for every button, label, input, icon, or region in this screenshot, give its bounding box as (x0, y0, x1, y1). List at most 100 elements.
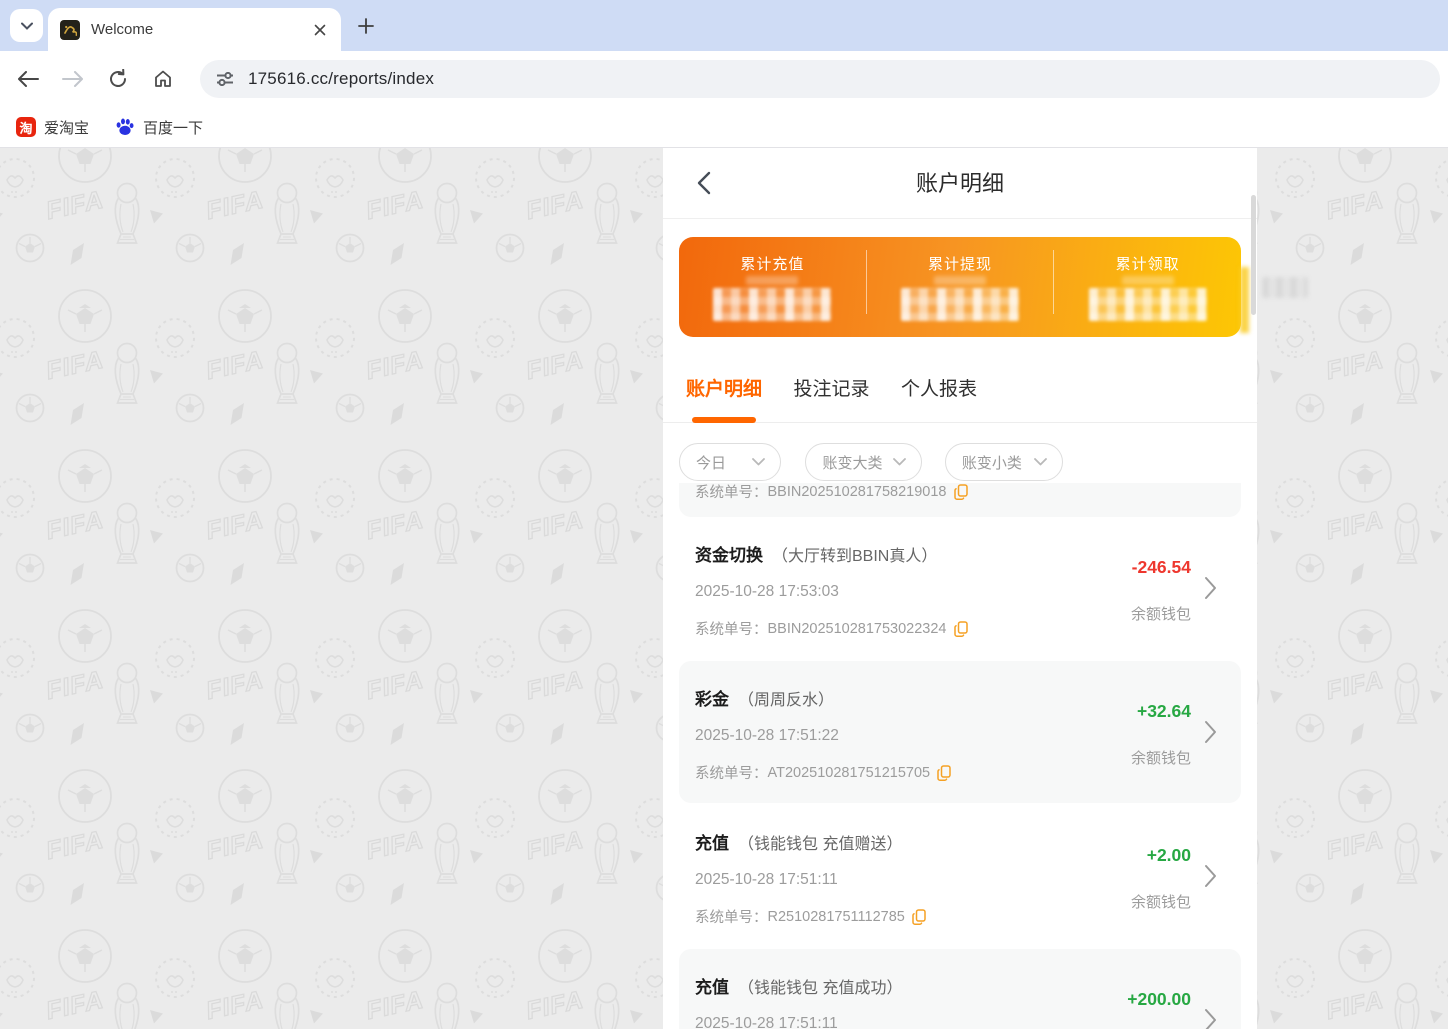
active-tab-underline (692, 417, 756, 423)
filter-label: 账变小类 (962, 452, 1022, 473)
chevron-left-icon (697, 171, 711, 195)
censored-blur-patch (1240, 267, 1249, 333)
order-label: 系统单号： (695, 483, 768, 502)
transaction-amount: +2.00 (1147, 845, 1191, 866)
transaction-desc: （钱能钱包 充值赠送） (738, 836, 902, 853)
transaction-time: 2025-10-28 17:51:11 (695, 871, 838, 889)
report-tabs: 账户明细 投注记录 个人报表 (663, 364, 1257, 423)
account-report-panel: 账户明细 累计充值 累计提现 累计领取 账户明细 (663, 148, 1257, 1029)
url-text: 175616.cc/reports/index (248, 69, 434, 89)
filter-label: 今日 (696, 452, 726, 473)
order-number-row: 系统单号： BBIN202510281758219018 (695, 483, 968, 502)
plus-icon (358, 18, 374, 34)
stat-total-claimed: 累计领取 (1054, 237, 1241, 337)
chevron-right-icon (1204, 1008, 1217, 1029)
order-number: BBIN202510281753022324 (768, 621, 947, 637)
order-number: BBIN202510281758219018 (768, 484, 947, 500)
order-number-row: 系统单号： R2510281751112785 (695, 906, 926, 927)
copy-icon[interactable] (954, 484, 968, 500)
app-back-button[interactable] (691, 170, 717, 196)
transaction-time: 2025-10-28 17:51:11 (695, 1015, 838, 1029)
chevron-right-icon (1204, 720, 1217, 749)
censored-blur-patch (1262, 277, 1308, 298)
major-category-dropdown[interactable]: 账变大类 (805, 443, 922, 481)
transaction-row[interactable]: 资金切换（大厅转到BBIN真人） 2025-10-28 17:53:03 系统单… (679, 517, 1241, 659)
order-number: AT202510281751215705 (768, 765, 931, 781)
transaction-title: 充值（钱能钱包 充值赠送） (695, 829, 902, 854)
order-label: 系统单号： (695, 618, 768, 639)
bookmarks-bar: 淘 爱淘宝 百度一下 (0, 107, 1448, 148)
tab-title: Welcome (91, 21, 311, 38)
minor-category-dropdown[interactable]: 账变小类 (945, 443, 1063, 481)
stat-label: 累计提现 (867, 253, 1054, 274)
url-bar[interactable]: 175616.cc/reports/index (200, 60, 1440, 98)
filter-row: 今日 账变大类 账变小类 (663, 423, 1257, 483)
tab-account-detail[interactable]: 账户明细 (686, 364, 762, 423)
forward-button[interactable] (61, 67, 85, 91)
bookmark-baidu[interactable]: 百度一下 (115, 117, 203, 138)
date-filter-dropdown[interactable]: 今日 (679, 443, 781, 481)
reload-button[interactable] (106, 67, 130, 91)
censored-amount (1089, 288, 1207, 321)
home-button[interactable] (151, 67, 175, 91)
transaction-desc: （大厅转到BBIN真人） (772, 548, 937, 565)
home-icon (153, 69, 173, 89)
transaction-amount: +32.64 (1137, 701, 1191, 722)
transaction-desc: （周周反水） (738, 692, 834, 709)
forward-arrow-icon (62, 71, 84, 87)
tab-label: 投注记录 (793, 379, 869, 400)
transaction-row[interactable]: 充值（钱能钱包 充值赠送） 2025-10-28 17:51:11 系统单号： … (679, 805, 1241, 947)
back-button[interactable] (16, 67, 40, 91)
tab-label: 个人报表 (901, 379, 977, 400)
wallet-type: 余额钱包 (1131, 603, 1191, 624)
tab-bet-records[interactable]: 投注记录 (793, 364, 869, 423)
browser-tab[interactable]: Welcome (48, 8, 341, 51)
chevron-down-icon (893, 458, 906, 466)
taobao-icon: 淘 (16, 117, 36, 137)
censored-amount (901, 288, 1019, 321)
transaction-time: 2025-10-28 17:51:22 (695, 727, 839, 745)
stat-label: 累计领取 (1054, 253, 1241, 274)
chevron-right-icon (1204, 864, 1217, 893)
transaction-row[interactable]: 充值（钱能钱包 充值成功） 2025-10-28 17:51:11 +200.0… (679, 949, 1241, 1029)
wallet-type: 余额钱包 (1131, 747, 1191, 768)
censored-blur (1122, 276, 1174, 285)
bookmark-aitaobao[interactable]: 淘 爱淘宝 (16, 117, 89, 138)
tab-close-icon[interactable] (311, 21, 329, 39)
tab-label: 账户明细 (686, 379, 762, 400)
back-arrow-icon (17, 71, 39, 87)
baidu-paw-icon (115, 117, 135, 137)
copy-icon[interactable] (954, 621, 968, 637)
censored-amount (713, 288, 831, 321)
site-favicon-icon (60, 20, 80, 40)
browser-tab-strip: Welcome (0, 0, 1448, 51)
totals-card: 累计充值 累计提现 累计领取 (679, 237, 1241, 337)
censored-blur (746, 276, 798, 285)
scrollbar-thumb[interactable] (1251, 195, 1256, 315)
copy-icon[interactable] (912, 909, 926, 925)
app-header: 账户明细 (663, 148, 1257, 219)
censored-blur (934, 276, 986, 285)
new-tab-button[interactable] (352, 12, 380, 40)
transaction-time: 2025-10-28 17:53:03 (695, 583, 839, 601)
transaction-row[interactable]: 彩金（周周反水） 2025-10-28 17:51:22 系统单号： AT202… (679, 661, 1241, 803)
order-number-row: 系统单号： BBIN202510281753022324 (695, 618, 968, 639)
chevron-down-icon (21, 22, 33, 30)
bookmark-label: 爱淘宝 (44, 117, 89, 138)
bookmark-label: 百度一下 (143, 117, 203, 138)
stat-total-withdraw: 累计提现 (867, 237, 1054, 337)
chevron-down-icon (752, 458, 765, 466)
stat-total-deposit: 累计充值 (679, 237, 866, 337)
browser-toolbar: 175616.cc/reports/index (0, 51, 1448, 107)
transaction-desc: （钱能钱包 充值成功） (738, 980, 902, 997)
reload-icon (108, 69, 128, 89)
copy-icon[interactable] (937, 765, 951, 781)
stat-label: 累计充值 (679, 253, 866, 274)
tab-search-chevron-button[interactable] (10, 9, 43, 42)
transaction-title: 彩金（周周反水） (695, 685, 834, 710)
tab-personal-report[interactable]: 个人报表 (901, 364, 977, 423)
order-number-row: 系统单号： AT202510281751215705 (695, 762, 951, 783)
transaction-amount: +200.00 (1127, 989, 1191, 1010)
order-label: 系统单号： (695, 762, 768, 783)
transaction-row-partial[interactable]: 系统单号： BBIN202510281758219018 (679, 483, 1241, 517)
